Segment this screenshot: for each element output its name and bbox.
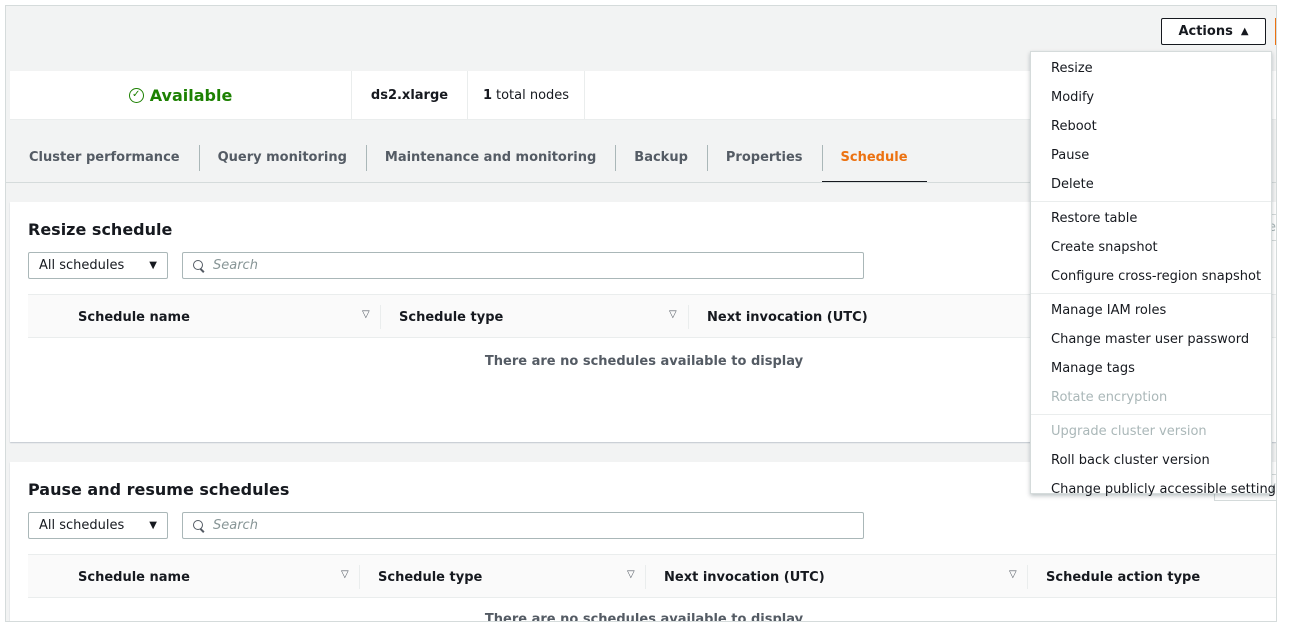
caret-down-icon: ▼: [149, 260, 157, 271]
resize-filter-value: All schedules: [39, 258, 125, 273]
sort-caret-icon[interactable]: ▽: [627, 569, 635, 580]
sort-caret-icon[interactable]: ▽: [669, 309, 677, 320]
pause-search-field[interactable]: [182, 512, 864, 539]
column-schedule-type[interactable]: Schedule type: [399, 295, 503, 339]
caret-up-icon: ▲: [1240, 26, 1249, 37]
menu-item-change-publicly-accessible-setting[interactable]: Change publicly accessible setting: [1031, 475, 1276, 504]
pause-search-input[interactable]: [213, 518, 813, 533]
column-schedule-name[interactable]: Schedule name: [78, 555, 190, 599]
primary-button-edge[interactable]: [1275, 18, 1276, 45]
column-schedule-name[interactable]: Schedule name: [78, 295, 190, 339]
menu-group-version: Upgrade cluster version Roll back cluste…: [1031, 414, 1276, 506]
menu-item-manage-tags[interactable]: Manage tags: [1031, 354, 1271, 383]
column-schedule-action-type[interactable]: Schedule action type: [1046, 555, 1200, 599]
tab-backup[interactable]: Backup: [615, 131, 707, 183]
total-nodes-label: total nodes: [495, 87, 570, 103]
pause-resume-title: Pause and resume schedules: [28, 480, 290, 499]
menu-item-manage-iam-roles[interactable]: Manage IAM roles: [1031, 296, 1271, 325]
menu-item-create-snapshot[interactable]: Create snapshot: [1031, 233, 1271, 262]
tab-cluster-performance[interactable]: Cluster performance: [10, 131, 199, 183]
column-separator: [688, 305, 689, 329]
node-type: ds2.xlarge: [352, 71, 468, 119]
column-separator: [1027, 565, 1028, 589]
tab-bar: Cluster performance Query monitoring Mai…: [10, 131, 927, 183]
check-circle-icon: ✓: [128, 87, 144, 103]
tab-maintenance-and-monitoring[interactable]: Maintenance and monitoring: [365, 131, 615, 183]
menu-item-upgrade-cluster-version: Upgrade cluster version: [1051, 424, 1207, 439]
menu-group-permissions: Manage IAM roles Change master user pass…: [1031, 293, 1271, 414]
menu-item-resize[interactable]: Resize: [1031, 54, 1271, 83]
total-nodes: 1 total nodes: [468, 71, 585, 119]
column-next-invocation[interactable]: Next invocation (UTC): [664, 555, 825, 599]
pause-filter-select[interactable]: All schedules ▼: [28, 512, 168, 539]
caret-down-icon: ▼: [149, 520, 157, 531]
search-icon: [193, 259, 205, 272]
menu-group-cluster: Resize Modify Reboot Pause Delete: [1031, 52, 1271, 201]
actions-label: Actions: [1178, 24, 1233, 39]
status-badge: ✓ Available: [10, 71, 352, 119]
menu-item-restore-table[interactable]: Restore table: [1031, 204, 1271, 233]
column-schedule-type[interactable]: Schedule type: [378, 555, 482, 599]
console-frame: Actions ▲ ✓ Available ds2.xlarge 1 total…: [5, 5, 1277, 622]
pause-empty-state: There are no schedules available to disp…: [484, 612, 804, 622]
column-next-invocation[interactable]: Next invocation (UTC): [707, 295, 868, 339]
search-icon: [193, 519, 205, 532]
tab-query-monitoring[interactable]: Query monitoring: [198, 131, 366, 183]
menu-group-backup: Restore table Create snapshot Configure …: [1031, 201, 1271, 293]
resize-search-field[interactable]: [182, 252, 864, 279]
menu-item-pause[interactable]: Pause: [1031, 141, 1271, 170]
actions-button[interactable]: Actions ▲: [1161, 18, 1266, 45]
menu-item-delete[interactable]: Delete: [1031, 170, 1271, 199]
resize-schedule-title: Resize schedule: [28, 220, 173, 239]
tab-properties[interactable]: Properties: [706, 131, 822, 183]
pause-table-header: Schedule name ▽ Schedule type ▽ Next inv…: [28, 554, 1276, 599]
total-nodes-count: 1: [482, 87, 492, 103]
actions-menu: Resize Modify Reboot Pause Delete Restor…: [1030, 51, 1276, 497]
menu-item-configure-cross-region-snapshot[interactable]: Configure cross-region snapshot: [1031, 262, 1271, 291]
sort-caret-icon[interactable]: ▽: [341, 569, 349, 580]
menu-item-change-master-user-password[interactable]: Change master user password: [1031, 325, 1271, 354]
pause-filter-value: All schedules: [39, 518, 125, 533]
tab-schedule[interactable]: Schedule: [821, 131, 927, 183]
menu-item-reboot[interactable]: Reboot: [1031, 112, 1271, 141]
resize-search-input[interactable]: [213, 258, 813, 273]
menu-item-rotate-encryption: Rotate encryption: [1051, 390, 1168, 405]
menu-item-roll-back-cluster-version[interactable]: Roll back cluster version: [1031, 446, 1271, 475]
column-separator: [380, 305, 381, 329]
sort-caret-icon[interactable]: ▽: [1009, 569, 1017, 580]
column-separator: [645, 565, 646, 589]
menu-item-modify[interactable]: Modify: [1031, 83, 1271, 112]
sort-caret-icon[interactable]: ▽: [362, 309, 370, 320]
status-text: Available: [149, 85, 233, 105]
resize-filter-select[interactable]: All schedules ▼: [28, 252, 168, 279]
column-separator: [359, 565, 360, 589]
